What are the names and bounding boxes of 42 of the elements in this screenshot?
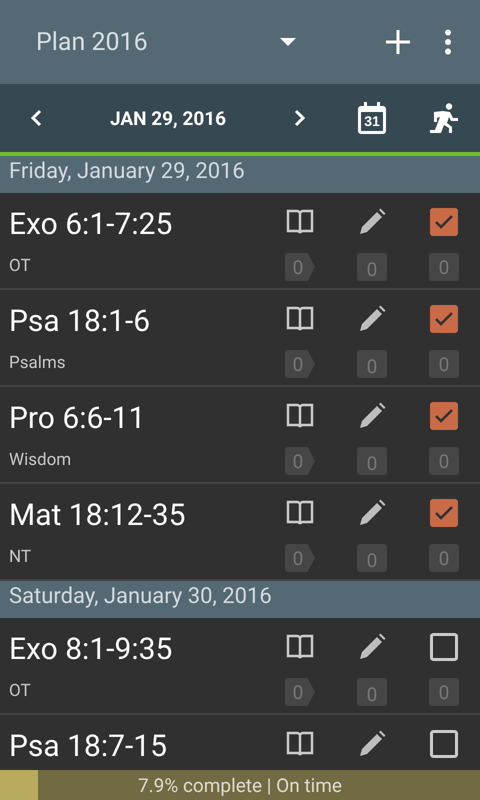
plan-title[interactable]: Plan 2016	[36, 28, 280, 56]
current-date[interactable]: JAN 29, 2016	[72, 106, 264, 130]
category-label: NT	[9, 547, 32, 567]
passage-title: Psa 18:1-6	[9, 304, 152, 339]
category-label: Wisdom	[9, 450, 72, 470]
running-figure-icon	[430, 103, 458, 133]
passage-title: Mat 18:12-35	[9, 498, 186, 533]
checkbox[interactable]	[430, 633, 458, 661]
pencil-icon[interactable]	[358, 305, 386, 333]
book-icon[interactable]	[286, 305, 314, 333]
passage-title: Exo 6:1-7:25	[9, 207, 174, 242]
chevron-left-icon	[30, 109, 42, 127]
passage-title: Exo 8:1-9:35	[9, 632, 174, 667]
checkbox[interactable]	[430, 730, 458, 758]
category-label: OT	[9, 256, 32, 276]
dropdown-arrow-icon[interactable]	[280, 38, 296, 46]
more-icon	[444, 29, 452, 55]
pencil-icon[interactable]	[358, 208, 386, 236]
passage-title: Psa 18:7-15	[9, 729, 168, 764]
book-icon[interactable]	[286, 633, 314, 661]
progress-text: 7.9% complete | On time	[138, 774, 342, 796]
checkbox[interactable]	[430, 499, 458, 527]
calendar-day: 31	[336, 113, 408, 129]
pencil-icon[interactable]	[358, 402, 386, 430]
pencil-icon[interactable]	[358, 730, 386, 758]
checkbox[interactable]	[430, 208, 458, 236]
book-icon[interactable]	[286, 499, 314, 527]
book-icon[interactable]	[286, 402, 314, 430]
book-icon[interactable]	[286, 208, 314, 236]
category-label: Psalms	[9, 353, 67, 373]
day-header: Saturday, January 30, 2016	[0, 581, 480, 618]
calendar-button[interactable]: 31	[336, 94, 408, 142]
plus-icon	[386, 30, 410, 54]
pencil-icon[interactable]	[358, 633, 386, 661]
category-label: OT	[9, 681, 32, 701]
day-header: Friday, January 29, 2016	[0, 156, 480, 193]
chevron-right-icon	[294, 109, 306, 127]
book-icon[interactable]	[286, 730, 314, 758]
checkbox[interactable]	[430, 402, 458, 430]
pencil-icon[interactable]	[358, 499, 386, 527]
checkbox[interactable]	[430, 305, 458, 333]
passage-title: Pro 6:6-11	[9, 401, 146, 436]
